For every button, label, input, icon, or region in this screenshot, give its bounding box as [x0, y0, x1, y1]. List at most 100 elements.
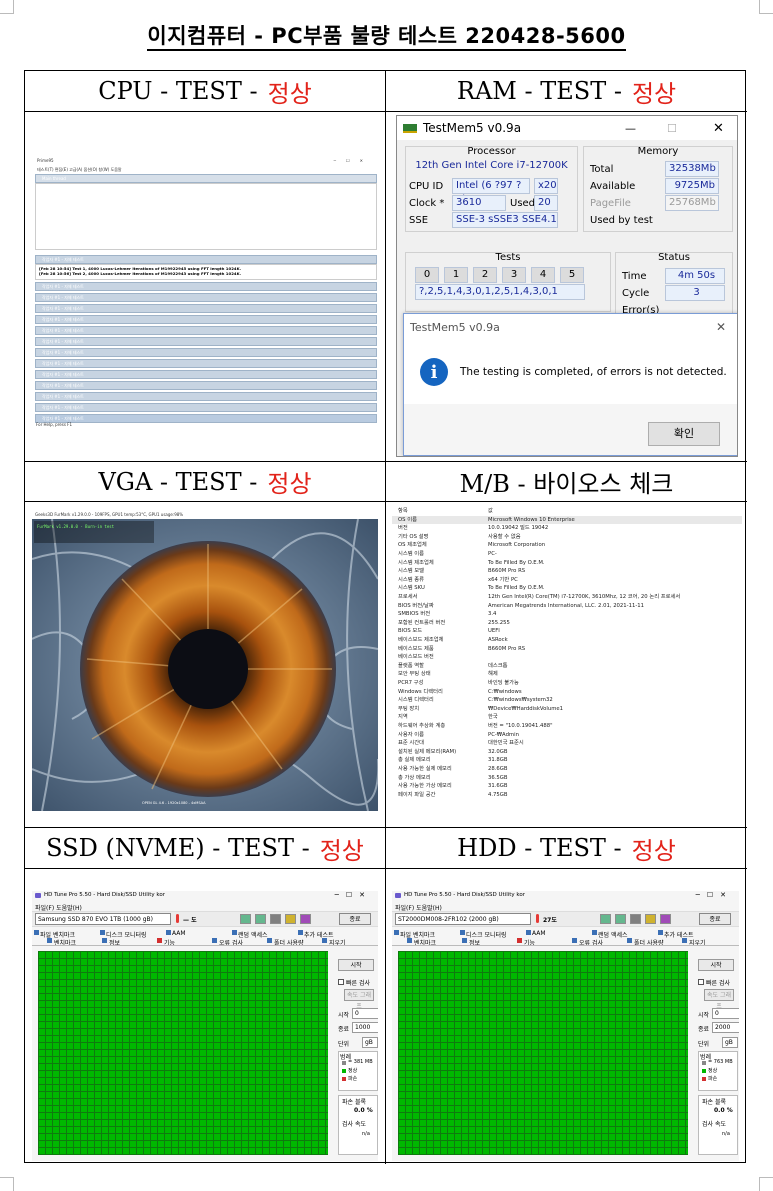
sysinfo-value: x64 기반 PC [488, 576, 518, 583]
sysinfo-row: 프로세서 12th Gen Intel(R) Core(TM) i7-12700K… [392, 593, 742, 602]
worker-bar[interactable]: 작업자 #1 - 자체 테스트 [35, 359, 377, 368]
sysinfo-item: OS 제조업체 [398, 542, 427, 549]
processor-label: Processor [467, 146, 516, 157]
worker-list: 작업자 #1 - 자체 테스트 작업자 #1 - 자체 테스트 작업자 #1 - 자… [33, 282, 379, 423]
exit-button[interactable]: 종료 [699, 913, 731, 925]
sysinfo-row: SMBIOS 버전 3.4 [392, 610, 742, 619]
hdd-cell: HD Tune Pro 5.50 - Hard Disk/SSD Utility… [386, 869, 747, 1164]
test-number-cell: 5 [560, 267, 584, 283]
close-button[interactable]: ✕ [713, 121, 724, 136]
sysinfo-item: BIOS 버전/날짜 [398, 602, 434, 609]
toolbar-icon[interactable] [255, 914, 266, 924]
drive-select[interactable]: ST2000DM008-2FR102 (2000 gB) [395, 913, 531, 925]
prime95-status: For Help, press F1 [36, 422, 73, 427]
toolbar-icon[interactable] [240, 914, 251, 924]
worker-bar[interactable]: 작업자 #1 - 자체 테스트 [35, 315, 377, 324]
ram-cell: TestMem5 v0.9a — ☐ ✕ Processor 12th Gen … [386, 112, 747, 462]
tab-2[interactable]: AAM [172, 930, 186, 937]
toolbar-icon[interactable] [285, 914, 296, 924]
cpu-name: 12th Gen Intel Core i7-12700K [415, 160, 568, 171]
worker-bar[interactable]: 작업자 #1 - 자체 테스트 [35, 348, 377, 357]
cpu-header: CPU - TEST - 정상 [25, 71, 386, 112]
speed-map-button[interactable]: 속도 그래프 [344, 989, 374, 1010]
sysinfo-row: 베이스보드 제조업체 ASRock [392, 636, 742, 645]
worker-bar[interactable]: 작업자 #1 - 자체 테스트 [35, 403, 377, 412]
worker-bar[interactable]: 작업자 #1 - 자체 테스트 [35, 414, 377, 423]
sysinfo-item: 부팅 장치 [398, 705, 420, 712]
hdtune-title: HD Tune Pro 5.50 - Hard Disk/SSD Utility… [404, 892, 526, 898]
dialog-close-button[interactable]: ✕ [716, 320, 726, 334]
dialog-ok-button[interactable]: 확인 [648, 422, 720, 446]
end-input[interactable]: 2000 [712, 1022, 739, 1033]
total-label: Total [590, 164, 614, 175]
worker-bar[interactable]: 작업자 #1 - 자체 테스트 [35, 370, 377, 379]
document-title: 이지컴퓨터 - PC부품 불량 테스트 220428-5600 [0, 20, 773, 51]
test-report-table: CPU - TEST - 정상 RAM - TEST - 정상 Prime95 ─☐… [24, 70, 747, 1164]
sysinfo-value: 4.75GB [488, 791, 508, 798]
sysinfo-row: 플랫폼 역할 데스크톱 [392, 662, 742, 671]
legend-damaged: 파손 [708, 1076, 718, 1082]
sysinfo-item: 베이스보드 제조업체 [398, 637, 444, 643]
sysinfo-item: 보안 부팅 상태 [398, 671, 431, 678]
worker-bar[interactable]: 작업자 #1 - 자체 테스트 [35, 282, 377, 291]
pagefile-label: PageFile [590, 198, 631, 209]
sse-label: SSE [409, 215, 429, 226]
toolbar-icon[interactable] [300, 914, 311, 924]
status-label: Status [658, 252, 690, 263]
worker-bar[interactable]: 작업자 #1 - 자체 테스트 [35, 326, 377, 335]
sysinfo-row: BIOS 버전/날짜 American Megatrends Internatio… [392, 602, 742, 611]
sysinfo-item: SMBIOS 버전 [398, 611, 431, 618]
tab-icon [322, 938, 327, 943]
worker-log: [Feb 28 10:54] Test 1, 4000 Lucas-Lehmer… [35, 264, 377, 280]
drive-select[interactable]: Samsung SSD 870 EVO 1TB (1000 gB) [35, 913, 171, 925]
hdd-header: HDD - TEST - 정상 [386, 828, 747, 869]
completion-dialog: TestMem5 v0.9a ✕ i The testing is comple… [403, 313, 737, 456]
worker-bar[interactable]: 작업자 #1 - 자체 테스트 [35, 293, 377, 302]
toolbar-icon[interactable] [630, 914, 641, 924]
quick-scan-checkbox[interactable] [698, 979, 704, 985]
worker-bar[interactable]: 작업자 #1 - 자체 테스트 [35, 392, 377, 401]
worker-bar[interactable]: 작업자 #1 - 자체 테스트 [35, 381, 377, 390]
end-input[interactable]: 1000 [352, 1022, 378, 1033]
unit-select[interactable]: gB [362, 1037, 378, 1048]
tab-icon [682, 938, 687, 943]
sysinfo-row: 시스템 디렉터리 C:₩windows₩system32 [392, 696, 742, 705]
start-button[interactable]: 시작 [338, 959, 374, 971]
minimize-button[interactable]: — [625, 122, 636, 135]
sysinfo-row: 시스템 종류 x64 기반 PC [392, 576, 742, 585]
ssd-header: SSD (NVME) - TEST - 정상 [25, 828, 386, 869]
stats-text: FurMark v1.29.0.0 - Burn-in test [37, 524, 115, 529]
cpu-id-label: CPU ID [409, 181, 444, 192]
quick-scan-checkbox[interactable] [338, 979, 344, 985]
cpu-result: 정상 [267, 79, 312, 108]
unit-select[interactable]: gB [722, 1037, 738, 1048]
tab-2[interactable]: AAM [532, 930, 546, 937]
scan-speed-label: 검사 속도 [702, 1121, 726, 1128]
cpu-cell: Prime95 ─☐✕ 테스트(T) 편집(E) 고급(A) 옵션(O) 창(W… [25, 112, 386, 462]
sysinfo-item: Windows 디렉터리 [398, 688, 443, 695]
start-input[interactable]: 0 [712, 1008, 739, 1019]
thermometer-icon [176, 914, 179, 923]
start-input[interactable]: 0 [352, 1008, 378, 1019]
sysinfo-value: 한국 [488, 714, 498, 721]
toolbar-icon[interactable] [645, 914, 656, 924]
scan-speed-label: 검사 속도 [342, 1121, 366, 1128]
clock-value: 3610 MHz [452, 195, 506, 222]
start-button[interactable]: 시작 [698, 959, 734, 971]
exit-button[interactable]: 종료 [339, 913, 371, 925]
worker-bar[interactable]: 작업자 #1 - 자체 테스트 [35, 337, 377, 346]
sysinfo-item: PCR7 구성 [398, 680, 424, 686]
sysinfo-value: American Megatrends International, LLC. … [488, 602, 644, 609]
worker-bar[interactable]: 작업자 #1 - 자체 테스트 [35, 304, 377, 313]
maximize-button[interactable]: ☐ [667, 122, 677, 135]
furmark-titlebar: Geeks3D FurMark v1.29.0.0 - 109FPS, GPU1… [32, 511, 378, 519]
prime95-titlebar: Prime95 ─☐✕ [33, 156, 379, 165]
toolbar-icon[interactable] [615, 914, 626, 924]
sysinfo-row: 보안 부팅 상태 해제 [392, 670, 742, 679]
ram-result: 정상 [631, 79, 677, 108]
toolbar-icon[interactable] [660, 914, 671, 924]
toolbar-icon[interactable] [600, 914, 611, 924]
toolbar-icon[interactable] [270, 914, 281, 924]
tab-icon [166, 930, 171, 935]
speed-map-button[interactable]: 속도 그래프 [704, 989, 734, 1010]
